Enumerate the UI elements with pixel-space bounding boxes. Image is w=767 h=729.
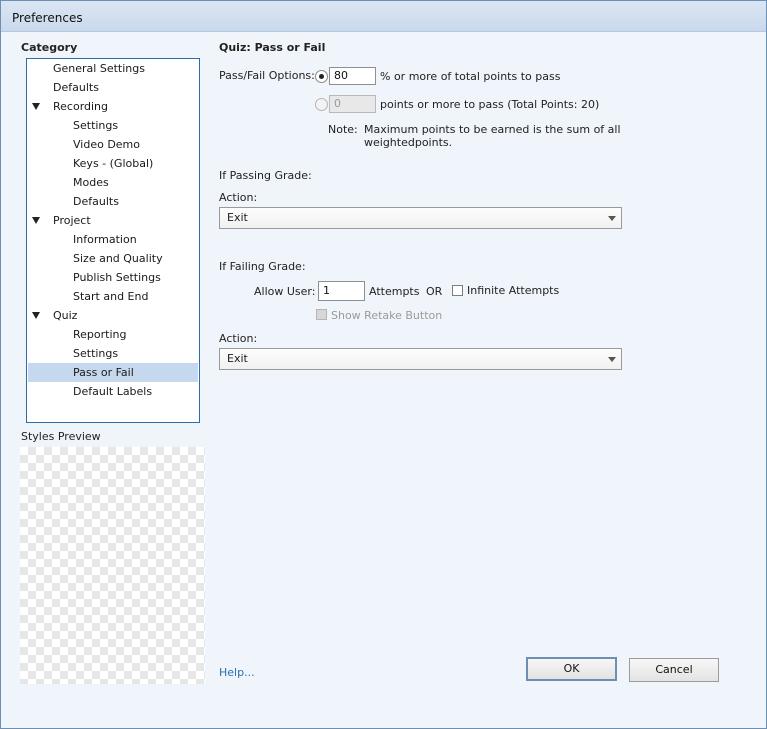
tree-item-label: Pass or Fail [73, 366, 134, 379]
percent-input[interactable]: 80 [329, 67, 376, 85]
tree-item-label: Defaults [53, 81, 99, 94]
tree-item-label: Size and Quality [73, 252, 163, 265]
passing-action-value: Exit [227, 211, 248, 224]
percent-option-radio[interactable] [315, 70, 328, 83]
infinite-attempts-label: Infinite Attempts [467, 284, 560, 297]
failing-action-dropdown[interactable]: Exit [219, 348, 622, 370]
points-option-label: points or more to pass (Total Points: 20… [380, 98, 600, 111]
tree-item-label: Modes [73, 176, 109, 189]
tree-item[interactable]: Publish Settings [28, 268, 198, 287]
note-text-line1: Maximum points to be earned is the sum o… [364, 123, 621, 136]
title-bar[interactable]: Preferences [1, 1, 766, 32]
tree-item[interactable]: Quiz [28, 306, 198, 325]
styles-preview-label: Styles Preview [21, 430, 101, 443]
tree-item-label: Recording [53, 100, 109, 113]
expand-arrow-icon[interactable] [32, 312, 40, 319]
tree-item-label: Start and End [73, 290, 149, 303]
window-title: Preferences [12, 11, 83, 25]
pass-fail-options-label: Pass/Fail Options: [219, 69, 315, 82]
preferences-dialog: Preferences Category General Settings Def… [0, 0, 767, 729]
attempts-label: Attempts [369, 285, 420, 298]
help-link[interactable]: Help... [219, 666, 255, 679]
tree-item-label: Settings [73, 119, 119, 132]
chevron-down-icon [608, 216, 616, 221]
tree-item[interactable]: Settings [28, 116, 198, 135]
allow-user-label: Allow User: [254, 285, 316, 298]
tree-item[interactable]: Keys - (Global) [28, 154, 198, 173]
failing-action-label: Action: [219, 332, 258, 345]
tree-item-label: Reporting [73, 328, 127, 341]
category-heading: Category [21, 41, 78, 54]
tree-item[interactable]: Project [28, 211, 198, 230]
points-option-radio[interactable] [315, 98, 328, 111]
note-label: Note: [328, 123, 358, 136]
tree-item[interactable]: Start and End [28, 287, 198, 306]
tree-item[interactable]: Settings [28, 344, 198, 363]
attempts-input[interactable]: 1 [318, 281, 365, 301]
ok-button[interactable]: OK [526, 657, 617, 681]
percent-option-label: % or more of total points to pass [380, 70, 561, 83]
tree-item-label: Video Demo [73, 138, 140, 151]
tree-item-label: Settings [73, 347, 119, 360]
tree-item[interactable]: Reporting [28, 325, 198, 344]
passing-action-dropdown[interactable]: Exit [219, 207, 622, 229]
tree-item[interactable]: Video Demo [28, 135, 198, 154]
page-title: Quiz: Pass or Fail [219, 41, 326, 54]
or-label: OR [426, 285, 443, 298]
expand-arrow-icon[interactable] [32, 217, 40, 224]
points-input[interactable]: 0 [329, 95, 376, 113]
tree-item-label: Defaults [73, 195, 119, 208]
tree-item-label: Information [73, 233, 137, 246]
tree-item-label: General Settings [53, 62, 145, 75]
tree-item[interactable]: Default Labels [28, 382, 198, 401]
tree-item[interactable]: General Settings [28, 59, 198, 78]
infinite-attempts-checkbox[interactable] [452, 285, 463, 296]
tree-item[interactable]: Pass or Fail [28, 363, 198, 382]
tree-item[interactable]: Defaults [28, 192, 198, 211]
tree-item-label: Project [53, 214, 91, 227]
tree-item[interactable]: Modes [28, 173, 198, 192]
tree-item-label: Default Labels [73, 385, 153, 398]
show-retake-label: Show Retake Button [331, 309, 443, 322]
failing-action-value: Exit [227, 352, 248, 365]
chevron-down-icon [608, 357, 616, 362]
expand-arrow-icon[interactable] [32, 103, 40, 110]
tree-item[interactable]: Recording [28, 97, 198, 116]
show-retake-checkbox[interactable] [316, 309, 327, 320]
tree-item[interactable]: Defaults [28, 78, 198, 97]
tree-item-label: Publish Settings [73, 271, 161, 284]
passing-grade-heading: If Passing Grade: [219, 169, 312, 182]
styles-preview [20, 447, 205, 684]
tree-item[interactable]: Information [28, 230, 198, 249]
tree-item-label: Quiz [53, 309, 78, 322]
failing-grade-heading: If Failing Grade: [219, 260, 306, 273]
passing-action-label: Action: [219, 191, 258, 204]
tree-item[interactable]: Size and Quality [28, 249, 198, 268]
note-text-line2: weightedpoints. [364, 136, 453, 149]
tree-item-label: Keys - (Global) [73, 157, 154, 170]
cancel-button[interactable]: Cancel [629, 658, 719, 682]
category-tree[interactable]: General Settings Defaults Recording Setting… [26, 58, 200, 423]
